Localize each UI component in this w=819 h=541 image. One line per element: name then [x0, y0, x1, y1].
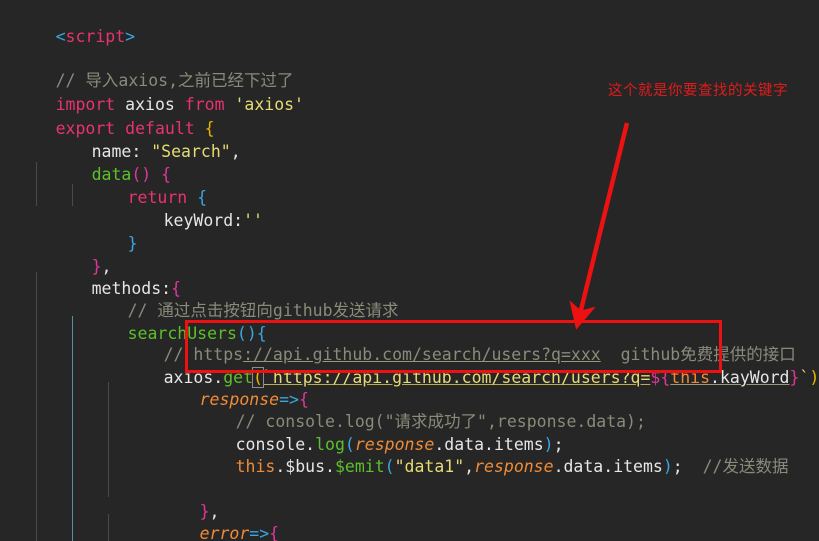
code-line-7: data() { — [91, 165, 172, 184]
string-axios-module: 'axios' — [234, 95, 304, 114]
tag-bracket-open: < — [55, 27, 66, 46]
code-line-20: this.$bus.$emit("data1",response.data.it… — [235, 457, 789, 476]
code-line-1: <script> — [0, 4, 135, 46]
string-url-template: `https://api.github.com/search/users?q= — [262, 368, 651, 387]
code-line-23: error=>{ — [199, 524, 280, 541]
string-data1: "data1" — [394, 457, 465, 476]
code-line-11: }, — [91, 257, 112, 276]
prop-keyword: keyWord — [163, 211, 234, 230]
code-line-18: // console.log("请求成功了",response.data); — [176, 389, 646, 431]
code-line-17: response=>{ — [199, 390, 309, 409]
annotation-callout-text: 这个就是你要查找的关键字 — [608, 83, 788, 99]
code-line-15: // https://api.github.com/search/users?q… — [104, 322, 796, 364]
code-line-24: console.log("失败",error.message); — [176, 523, 567, 541]
code-line-22: }, — [199, 502, 220, 521]
tag-bracket-close: > — [125, 27, 136, 46]
template-expr-open: ${ — [650, 368, 671, 387]
prop-kayWord: kayWord — [719, 368, 790, 387]
code-line-10: } — [127, 234, 138, 253]
code-line-5: export default { — [55, 119, 215, 138]
param-response-3: response — [474, 457, 554, 476]
code-editor[interactable]: <script> // 导入axios,之前已经下过了 import axios… — [0, 0, 819, 541]
code-line-16: axios.get(`https://api.github.com/search… — [163, 367, 819, 388]
code-line-14: searchUsers(){ — [127, 324, 267, 343]
code-line-4: import axios from 'axios' — [0, 72, 304, 114]
string-backtick-end: ` — [799, 368, 810, 387]
code-line-9: keyWord:'' — [163, 211, 263, 230]
code-line-6: name: "Search", — [91, 142, 241, 161]
code-line-19: console.log(response.data.items); — [235, 435, 564, 454]
code-line-3: // 导入axios,之前已经下过了 — [0, 48, 294, 90]
keyword-this-2: this — [235, 457, 276, 476]
prop-data-2: data — [563, 457, 604, 476]
template-expr-close: } — [789, 368, 800, 387]
comment-send-data: //发送数据 — [702, 457, 789, 476]
ident-bus: $bus — [285, 457, 326, 476]
keyword-this: this — [670, 368, 711, 387]
string-empty: '' — [243, 211, 263, 230]
tag-name-script: script — [65, 27, 126, 46]
prop-items-2: items — [613, 457, 663, 476]
code-line-13: // 通过点击按钮向github发送请求 — [68, 278, 399, 320]
code-line-12: methods:{ — [91, 279, 182, 298]
fn-emit: $emit — [334, 457, 385, 476]
code-line-8: return { — [127, 188, 208, 207]
